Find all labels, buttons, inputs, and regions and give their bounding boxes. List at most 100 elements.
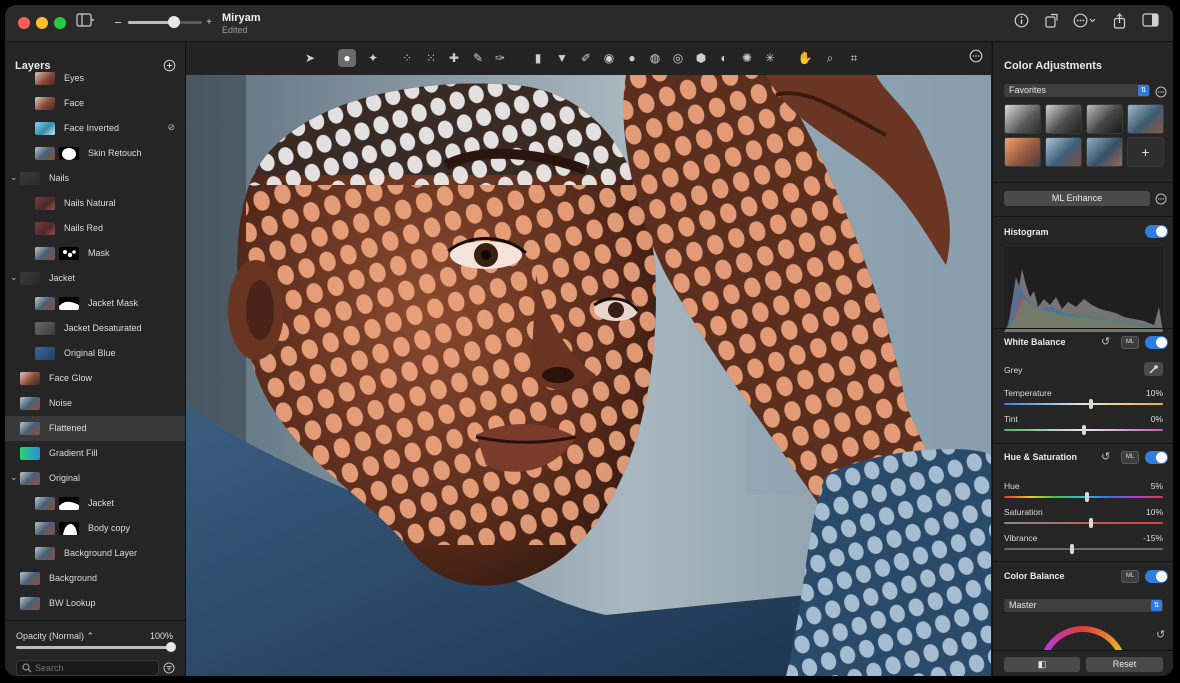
noise-tool[interactable]: ✳	[761, 49, 779, 67]
close-window-button[interactable]	[18, 17, 30, 29]
color-balance-ml-button[interactable]: ML	[1121, 570, 1139, 583]
layer-row[interactable]: Face	[5, 91, 185, 116]
layer-row[interactable]: Background Layer	[5, 541, 185, 566]
hue-saturation-ml-button[interactable]: ML	[1121, 451, 1139, 464]
repair-tool[interactable]: ⁙	[422, 49, 440, 67]
color-balance-reset-button[interactable]: ↺	[1156, 628, 1165, 641]
ml-enhance-more-button[interactable]	[1155, 192, 1167, 210]
gradient-tool[interactable]: ▮	[529, 49, 547, 67]
disclosure-chevron-icon[interactable]: ⌄	[10, 272, 18, 283]
opacity-slider[interactable]	[16, 642, 176, 652]
layer-row[interactable]: Original Blue	[5, 341, 185, 366]
layer-row[interactable]: ⌄ Jacket	[5, 266, 185, 291]
layer-row[interactable]: Face Glow	[5, 366, 185, 391]
layer-row[interactable]: ⌄ Nails	[5, 166, 185, 191]
preset-bw-low[interactable]	[1086, 104, 1123, 134]
opacity-slider-knob[interactable]	[166, 642, 176, 652]
tint-slider[interactable]	[1004, 425, 1163, 435]
hue-slider-knob[interactable]	[1084, 492, 1089, 502]
darken-tool[interactable]: ●	[623, 49, 641, 67]
layer-row[interactable]: Eyes	[5, 72, 185, 91]
zoom-out-button[interactable]: −	[113, 13, 123, 33]
zoom-tool[interactable]: ⌕	[821, 49, 839, 67]
reset-button[interactable]: Reset	[1086, 657, 1163, 672]
layer-row[interactable]: Skin Retouch	[5, 141, 185, 166]
zoom-slider-knob[interactable]	[167, 16, 180, 28]
disclosure-chevron-icon[interactable]: ⌄	[10, 172, 18, 183]
grey-picker-button[interactable]	[1144, 362, 1163, 376]
layer-row[interactable]: Jacket	[5, 491, 185, 516]
filter-button[interactable]	[163, 661, 175, 674]
layer-row[interactable]: Background	[5, 566, 185, 591]
smudge-tool[interactable]: ✎	[469, 49, 487, 67]
layer-row[interactable]: Noise	[5, 391, 185, 416]
sharpen-tool[interactable]: ◎	[669, 49, 687, 67]
layer-row[interactable]: Jacket Desaturated	[5, 316, 185, 341]
layer-search-field[interactable]	[16, 660, 159, 676]
light-tool[interactable]: ✺	[738, 49, 756, 67]
saturation-slider-knob[interactable]	[1089, 518, 1094, 528]
zoom-slider[interactable]	[128, 16, 202, 28]
clone-tool[interactable]: ✚	[445, 49, 463, 67]
eye-slash-icon[interactable]: ⊘	[167, 122, 175, 133]
color-balance-mode-select[interactable]: Master ⇅	[1004, 599, 1163, 612]
hue-slider[interactable]	[1004, 492, 1163, 502]
presets-more-button[interactable]	[1155, 85, 1167, 103]
layer-row[interactable]: BW Lookup	[5, 591, 185, 616]
preset-teal[interactable]	[1086, 137, 1123, 167]
share-layer-button[interactable]	[1043, 13, 1059, 33]
vibrance-slider[interactable]	[1004, 544, 1163, 554]
saturation-slider[interactable]	[1004, 518, 1163, 528]
hand-tool[interactable]: ✋	[796, 49, 814, 67]
temperature-slider[interactable]	[1004, 399, 1163, 409]
white-balance-toggle[interactable]	[1145, 336, 1168, 349]
sidebar-toggle-button[interactable]	[73, 13, 97, 33]
histogram-toggle[interactable]	[1145, 225, 1168, 238]
pencil-tool[interactable]: ✐	[577, 49, 595, 67]
presets-select[interactable]: Favorites ⇅	[1004, 84, 1150, 97]
color-wheel[interactable]	[1033, 622, 1133, 652]
layer-row[interactable]: Mask	[5, 241, 185, 266]
opacity-blend-mode-select[interactable]: Opacity (Normal) ⌃	[16, 631, 94, 642]
toolbar-more-button[interactable]	[967, 49, 985, 67]
layer-row[interactable]: Nails Natural	[5, 191, 185, 216]
hue-saturation-reset-button[interactable]: ↺	[1101, 450, 1110, 463]
layer-search-input[interactable]	[35, 661, 153, 675]
preset-bw-mid[interactable]	[1045, 104, 1082, 134]
white-balance-reset-button[interactable]: ↺	[1101, 335, 1110, 348]
layer-row[interactable]: Nails Red	[5, 216, 185, 241]
magic-tool[interactable]: ✦	[364, 49, 382, 67]
blur-tool[interactable]: ◍	[646, 49, 664, 67]
add-preset-button[interactable]: +	[1127, 137, 1164, 167]
layer-row[interactable]: ⌄ Original	[5, 466, 185, 491]
temperature-slider-knob[interactable]	[1089, 399, 1094, 409]
adjust-tool[interactable]: ⬢	[692, 49, 710, 67]
vibrance-slider-knob[interactable]	[1070, 544, 1075, 554]
layer-row[interactable]: Body copy	[5, 516, 185, 541]
arrange-tool[interactable]: ➤	[301, 49, 319, 67]
hue-saturation-toggle[interactable]	[1145, 451, 1168, 464]
share-button[interactable]	[1111, 13, 1127, 33]
crop-tool[interactable]: ⌗	[845, 49, 863, 67]
compare-button[interactable]: ◧	[1004, 657, 1080, 672]
preset-bw-high[interactable]	[1004, 104, 1041, 134]
zoom-in-button[interactable]: +	[204, 13, 214, 33]
more-menu-button[interactable]	[1072, 13, 1098, 33]
info-button[interactable]	[1013, 13, 1029, 33]
tint-slider-knob[interactable]	[1081, 425, 1086, 435]
preset-blue[interactable]	[1045, 137, 1082, 167]
sponge-tool[interactable]: ◉	[600, 49, 618, 67]
paint-tool[interactable]: ✑	[491, 49, 509, 67]
inspector-toggle-button[interactable]	[1141, 13, 1159, 33]
preset-cool[interactable]	[1127, 104, 1164, 134]
zoom-window-button[interactable]	[54, 17, 66, 29]
preset-warm[interactable]	[1004, 137, 1041, 167]
contrast-tool[interactable]: ◐	[715, 49, 733, 67]
quick-selection-tool[interactable]: ●	[338, 49, 356, 67]
retouch-tool[interactable]: ⁘	[398, 49, 416, 67]
layer-row[interactable]: Face Inverted ⊘	[5, 116, 185, 141]
fill-tool[interactable]: ▼	[553, 49, 571, 67]
disclosure-chevron-icon[interactable]: ⌄	[10, 472, 18, 483]
layer-row[interactable]: Jacket Mask	[5, 291, 185, 316]
ml-enhance-button[interactable]: ML Enhance	[1004, 191, 1150, 206]
